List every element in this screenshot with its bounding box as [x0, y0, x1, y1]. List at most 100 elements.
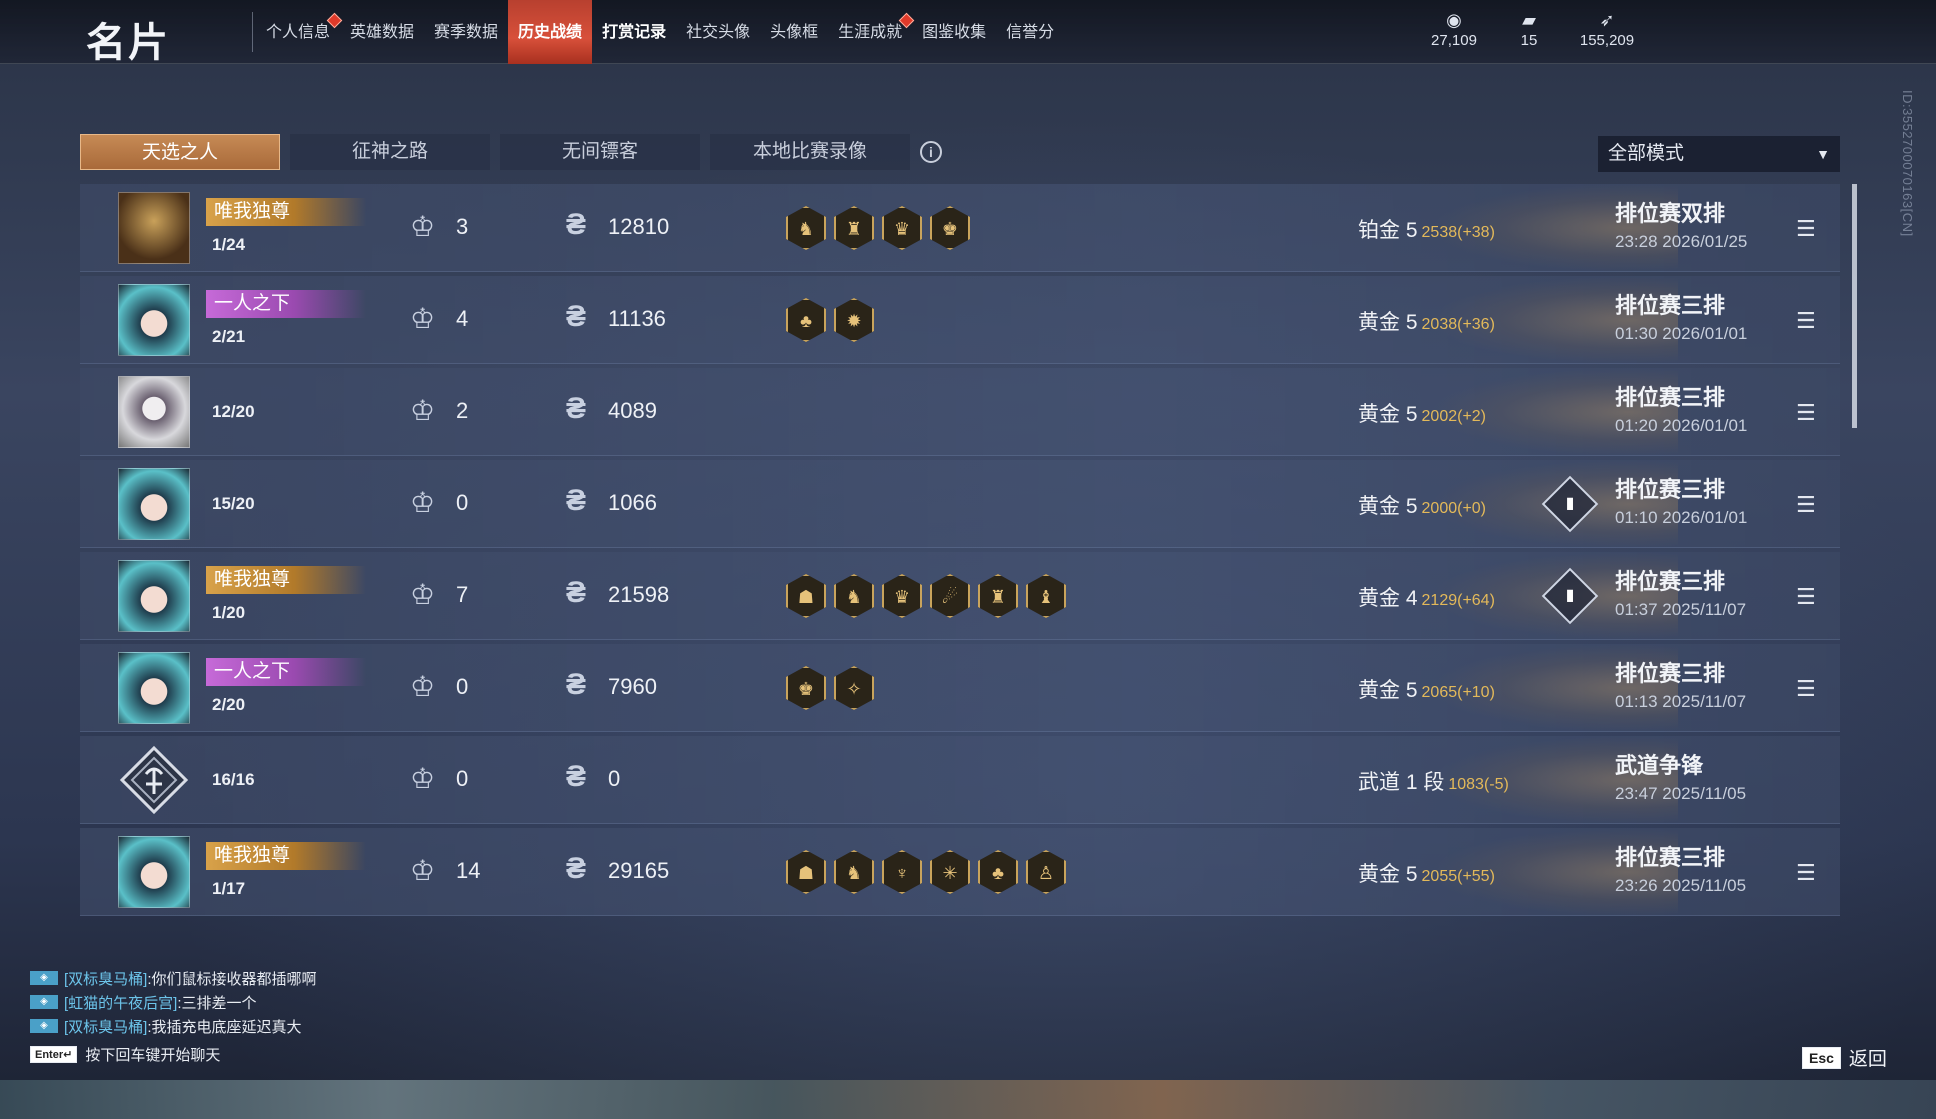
subtab-0[interactable]: 天选之人 — [80, 134, 280, 170]
kill-count: 4 — [456, 306, 469, 331]
tab-9[interactable]: 信誉分 — [996, 0, 1064, 64]
chevron-down-icon: ▼ — [1816, 146, 1830, 162]
kill-count: 3 — [456, 214, 469, 239]
achievement-badge-icon[interactable]: ♞ — [786, 206, 826, 250]
page-title: 名片 — [86, 21, 170, 65]
kills-icon: ♔ — [410, 211, 436, 242]
avatar — [118, 560, 190, 632]
achievement-badge-icon[interactable]: ☗ — [786, 850, 826, 894]
match-time: 01:10 2026/01/01 — [1615, 508, 1748, 527]
achievement-badge-icon[interactable]: ♙ — [1026, 850, 1066, 894]
chat-channel-icon: ◈ — [30, 995, 58, 1009]
avatar — [118, 836, 190, 908]
tier-name: 黄金 5 — [1358, 679, 1418, 702]
kills-icon: ♔ — [410, 487, 436, 518]
tab-8[interactable]: 图鉴收集 — [912, 0, 996, 64]
kill-count: 0 — [456, 490, 469, 515]
currency-1: ▰ 15 — [1504, 8, 1554, 49]
achievement-badge-icon[interactable]: ♛ — [882, 574, 922, 618]
match-time: 23:47 2025/11/05 — [1615, 784, 1747, 803]
currency-bar: ◉ 27,109 ▰ 15 ➶ 155,209 — [1410, 8, 1652, 49]
list-detail-icon[interactable]: ☰ — [1796, 216, 1816, 242]
list-detail-icon[interactable]: ☰ — [1796, 400, 1816, 426]
list-detail-icon[interactable]: ☰ — [1796, 676, 1816, 702]
achievement-badge-icon[interactable]: ☄ — [930, 574, 970, 618]
list-detail-icon[interactable]: ☰ — [1796, 492, 1816, 518]
achievement-badge-icon[interactable]: ♣ — [786, 298, 826, 342]
tab-5[interactable]: 社交头像 — [676, 0, 760, 64]
list-detail-icon[interactable]: ☰ — [1796, 308, 1816, 334]
top-bar: 名片 个人信息 英雄数据 赛季数据 历史战绩 打赏记录 社交头像 头像框 生涯成就 图鉴收集 信誉… — [0, 0, 1936, 65]
match-row[interactable]: 唯我独尊 1/17 ♔ 14 ₴ 29165 ☗ ♞ ♆ ✳ ♣ ♙ 黄金 5 2055(+55) 排位赛三… — [80, 828, 1840, 916]
chat-hint: Enter↵ 按下回车键开始聊天 — [30, 1044, 220, 1065]
chat-sender[interactable]: [双标臭马桶] — [64, 968, 147, 989]
kills-icon: ♔ — [410, 395, 436, 426]
achievement-badge-icon[interactable]: ♛ — [882, 206, 922, 250]
subtab-3[interactable]: 本地比赛录像 — [710, 134, 910, 170]
match-type: 排位赛三排 — [1615, 845, 1726, 870]
match-row[interactable]: 唯我独尊 1/24 ♔ 3 ₴ 12810 ♞ ♜ ♛ ♚ 铂金 5 2538(+38) 排位赛双排 23… — [80, 184, 1840, 272]
tab-0[interactable]: 个人信息 — [256, 0, 343, 64]
match-type: 排位赛三排 — [1615, 477, 1726, 502]
achievement-badge-icon[interactable]: ☗ — [786, 574, 826, 618]
score-icon: ₴ — [566, 760, 587, 793]
list-detail-icon[interactable]: ☰ — [1796, 860, 1816, 886]
avatar — [118, 376, 190, 448]
match-row[interactable]: 12/20 ♔ 2 ₴ 4089 黄金 5 2002(+2) 排位赛三排 01:20 2026/… — [80, 368, 1840, 456]
placement: 15/20 — [212, 494, 255, 513]
kill-count: 2 — [456, 398, 469, 423]
match-time: 23:26 2025/11/05 — [1615, 876, 1747, 895]
kills-icon: ♔ — [410, 855, 436, 886]
achievement-badge-icon[interactable]: ♚ — [786, 666, 826, 710]
match-type: 排位赛三排 — [1615, 661, 1726, 686]
achievement-badge-icon[interactable]: ✳ — [930, 850, 970, 894]
subtab-2[interactable]: 无间镖客 — [500, 134, 700, 170]
achievement-badge-icon[interactable]: ♆ — [882, 850, 922, 894]
feather-icon: ➶ — [1599, 10, 1615, 30]
match-time: 23:28 2026/01/25 — [1615, 232, 1748, 251]
tab-7[interactable]: 生涯成就 — [828, 0, 915, 64]
tab-3[interactable]: 历史战绩 — [508, 0, 593, 64]
nav-tabs: 个人信息 英雄数据 赛季数据 历史战绩 打赏记录 社交头像 头像框 生涯成就 图鉴收集 信誉分 — [256, 0, 1064, 64]
match-time: 01:13 2025/11/07 — [1615, 692, 1747, 711]
achievement-badge-icon[interactable]: ♝ — [1026, 574, 1066, 618]
mode-select[interactable]: 全部模式 ▼ — [1598, 136, 1840, 172]
match-row[interactable]: 一人之下 2/21 ♔ 4 ₴ 11136 ♣ ✹ 黄金 5 2038(+36) 排位赛三排 01:3… — [80, 276, 1840, 364]
achievement-badge-icon[interactable]: ✹ — [834, 298, 874, 342]
match-type: 排位赛双排 — [1615, 201, 1726, 226]
match-row[interactable]: 唯我独尊 1/20 ♔ 7 ₴ 21598 ☗ ♞ ♛ ☄ ♜ ♝ 黄金 4 2129(+64) ▮ 排位赛三… — [80, 552, 1840, 640]
match-row[interactable]: 15/20 ♔ 0 ₴ 1066 黄金 5 2000(+0) ▮ 排位赛三排 01:10 2026… — [80, 460, 1840, 548]
placement: 16/16 — [212, 770, 255, 789]
placement: 2/20 — [212, 695, 246, 714]
tab-2[interactable]: 赛季数据 — [424, 0, 508, 64]
tab-4[interactable]: 打赏记录 — [592, 0, 676, 64]
achievement-badge-icon[interactable]: ♣ — [978, 850, 1018, 894]
match-row[interactable]: 16/16 ♔ 0 ₴ 0 武道 1 段 1083(-5) 武道争锋 23:47 2025/11… — [80, 736, 1840, 824]
subtab-1[interactable]: 征神之路 — [290, 134, 490, 170]
achievement-badge-icon[interactable]: ♜ — [978, 574, 1018, 618]
tier-points: 2038(+36) — [1421, 316, 1495, 333]
info-icon[interactable]: i — [920, 141, 942, 163]
achievement-badges: ♣ ✹ — [786, 298, 882, 342]
list-detail-icon[interactable]: ☰ — [1796, 584, 1816, 610]
chat-sender[interactable]: [双标臭马桶] — [64, 1016, 147, 1037]
tab-1[interactable]: 英雄数据 — [340, 0, 424, 64]
tier-name: 铂金 5 — [1358, 219, 1418, 242]
tier-points: 2129(+64) — [1421, 592, 1495, 609]
rank-tier: 黄金 5 2065(+10) — [1358, 674, 1495, 704]
achievement-badge-icon[interactable]: ♚ — [930, 206, 970, 250]
achievement-badge-icon[interactable]: ♞ — [834, 850, 874, 894]
tab-6[interactable]: 头像框 — [760, 0, 828, 64]
scrollbar[interactable] — [1852, 184, 1857, 428]
achievement-badge-icon[interactable]: ♜ — [834, 206, 874, 250]
match-row[interactable]: 一人之下 2/20 ♔ 0 ₴ 7960 ♚ ✧ 黄金 5 2065(+10) 排位赛三排 01:13… — [80, 644, 1840, 732]
coin-stack-icon: ◉ — [1446, 10, 1462, 30]
chat-sender[interactable]: [虹猫的午夜后宫] — [64, 992, 177, 1013]
placement: 1/24 — [212, 235, 246, 254]
tier-points: 2002(+2) — [1421, 408, 1487, 425]
chat-hint-text: 按下回车键开始聊天 — [85, 1047, 221, 1064]
achievement-badge-icon[interactable]: ♞ — [834, 574, 874, 618]
back-button[interactable]: Esc 返回 — [1802, 1044, 1887, 1071]
achievement-badge-icon[interactable]: ✧ — [834, 666, 874, 710]
tier-points: 2000(+0) — [1421, 500, 1487, 517]
